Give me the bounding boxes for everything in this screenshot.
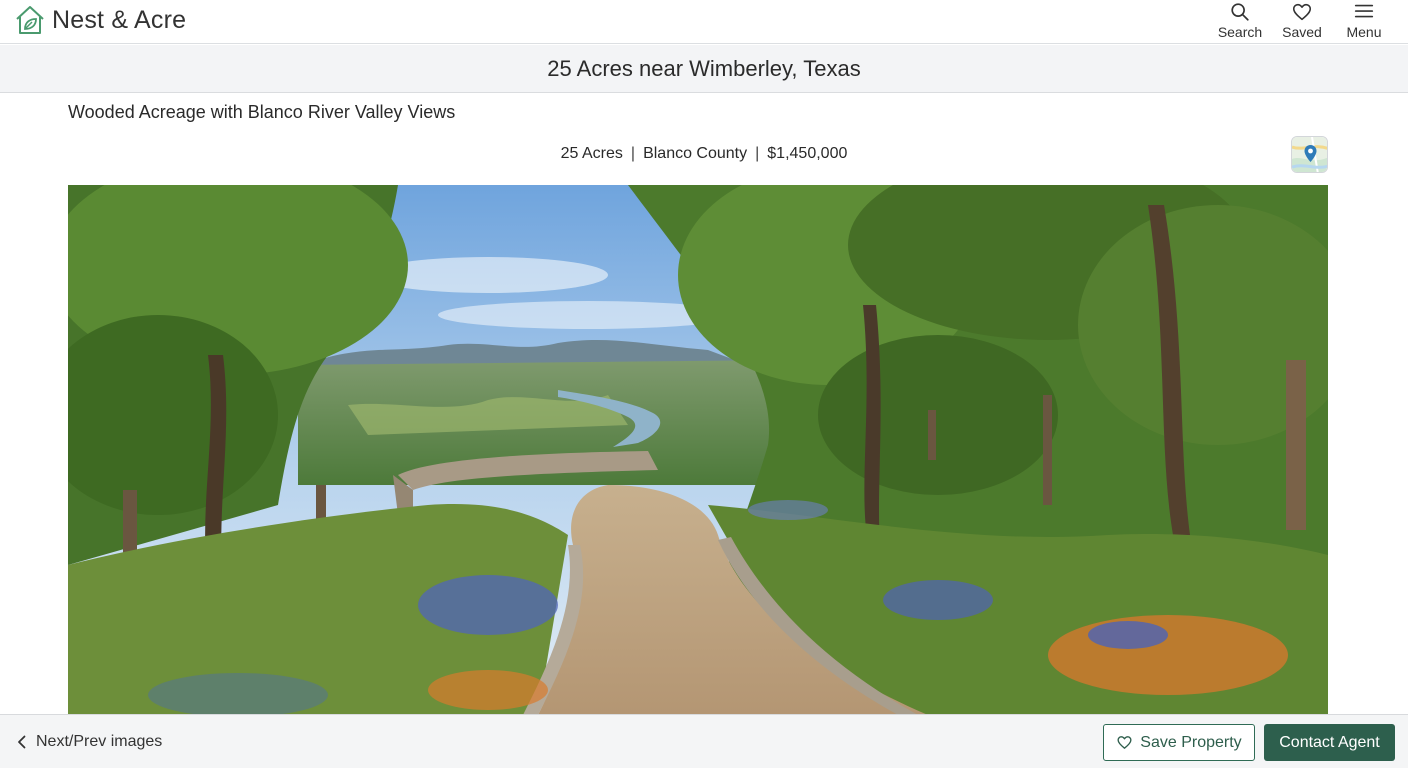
heart-outline-icon xyxy=(1117,736,1132,749)
map-pin-icon xyxy=(1292,137,1327,172)
nav-search[interactable]: Search xyxy=(1210,0,1270,44)
heart-icon xyxy=(1292,3,1312,21)
top-navigation-bar: Nest & Acre Search Saved Menu xyxy=(0,0,1408,44)
map-view-button[interactable] xyxy=(1291,136,1328,173)
listing-title-bar: 25 Acres near Wimberley, Texas xyxy=(0,45,1408,93)
property-photo-image xyxy=(68,185,1328,715)
save-property-button[interactable]: Save Property xyxy=(1103,724,1255,761)
listing-footer-bar: Next/Prev images Save Property Contact A… xyxy=(0,714,1408,768)
property-photo[interactable] xyxy=(68,185,1328,715)
fact-separator: | xyxy=(755,145,760,162)
nav-menu[interactable]: Menu xyxy=(1334,0,1394,44)
main-nav: Search Saved Menu xyxy=(1210,0,1394,44)
fact-separator: | xyxy=(630,145,636,162)
price-value: $1,450,000 xyxy=(767,145,848,162)
next-prev-label: Next/Prev images xyxy=(36,733,163,750)
nav-menu-label: Menu xyxy=(1346,24,1382,40)
county-value: Blanco County xyxy=(643,145,748,162)
nav-search-label: Search xyxy=(1217,24,1263,40)
search-icon xyxy=(1231,3,1249,21)
house-leaf-icon xyxy=(16,6,44,34)
listing-subtitle: Wooded Acreage with Blanco River Valley … xyxy=(68,102,456,122)
contact-agent-button[interactable]: Contact Agent xyxy=(1264,724,1395,761)
nav-saved[interactable]: Saved xyxy=(1272,0,1332,44)
next-prev-images-link[interactable]: Next/Prev images xyxy=(14,729,162,755)
acreage-value: 25 Acres xyxy=(560,145,623,162)
brand-name: Nest & Acre xyxy=(52,5,187,34)
hamburger-menu-icon xyxy=(1354,4,1374,18)
brand-logo-link[interactable]: Nest & Acre xyxy=(14,2,186,38)
nav-saved-label: Saved xyxy=(1282,24,1322,40)
chevron-left-icon xyxy=(18,735,26,749)
contact-agent-label: Contact Agent xyxy=(1279,733,1380,751)
save-property-label: Save Property xyxy=(1140,733,1242,751)
page-title: 25 Acres near Wimberley, Texas xyxy=(547,56,861,81)
listing-facts: 25 Acres | Blanco County | $1,450,000 xyxy=(0,143,1408,165)
